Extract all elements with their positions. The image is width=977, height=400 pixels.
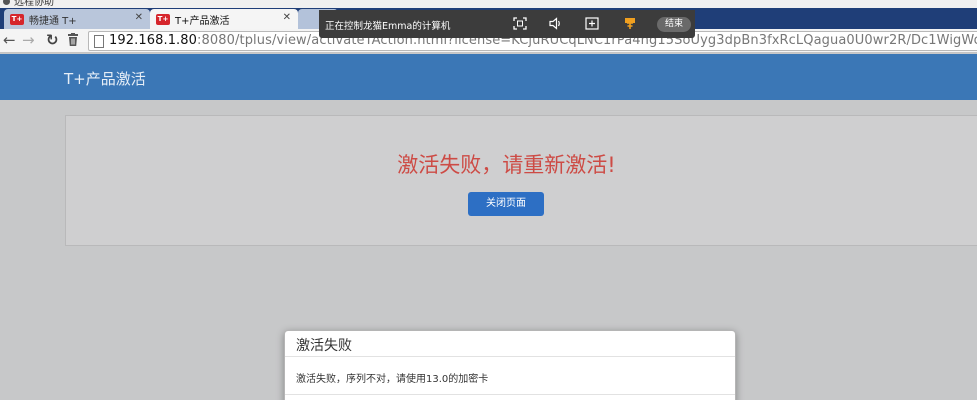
activation-failed-message: 激活失败，请重新激活! [397,153,616,177]
tplus-favicon-icon: T+ [10,13,24,25]
tab-product-activation[interactable]: T+ T+产品激活 ✕ [150,9,298,29]
end-session-button[interactable]: 结束 [657,17,691,32]
activation-result-panel: 激活失败，请重新激活! 关闭页面 [65,115,977,246]
close-tab-icon[interactable]: ✕ [135,12,143,23]
dialog-message: 激活失败，序列不对，请使用13.0的加密卡 [296,374,489,385]
close-tab-icon[interactable]: ✕ [283,12,291,23]
audio-icon[interactable] [549,17,563,30]
tab-label: T+产品激活 [175,15,230,27]
url-host: 192.168.1.80 [109,33,198,48]
back-arrow-icon[interactable]: ← [3,31,16,49]
trash-icon[interactable] [67,33,79,47]
tab-changjietong[interactable]: T+ 畅捷通 T+ ✕ [4,9,150,29]
reload-icon[interactable]: ↻ [46,31,59,49]
divider [285,356,735,357]
screen: 远程协助 T+ 畅捷通 T+ ✕ T+ T+产品激活 ✕ ← → ↻ 192.1… [0,0,977,400]
fullscreen-icon[interactable] [513,17,527,30]
window-title-strip: 远程协助 [0,0,977,8]
window-icon[interactable] [585,17,599,30]
divider [285,394,735,395]
remote-control-label: 正在控制龙猫Emma的计算机 [325,21,451,32]
window-icon [3,0,10,5]
clipboard-icon[interactable] [623,17,637,30]
page-icon [94,35,104,48]
window-caption: 远程协助 [14,0,54,8]
remote-control-bar: 正在控制龙猫Emma的计算机 结束 [319,10,695,38]
app-header: T+产品激活 [0,54,977,100]
tab-label: 畅捷通 T+ [29,15,77,27]
app-title: T+产品激活 [64,70,146,88]
close-page-button[interactable]: 关闭页面 [468,192,544,216]
forward-arrow-icon[interactable]: → [22,31,35,49]
tplus-favicon-icon: T+ [156,13,170,25]
dialog-title: 激活失败 [296,338,352,354]
error-dialog: 激活失败 激活失败，序列不对，请使用13.0的加密卡 [284,330,736,400]
